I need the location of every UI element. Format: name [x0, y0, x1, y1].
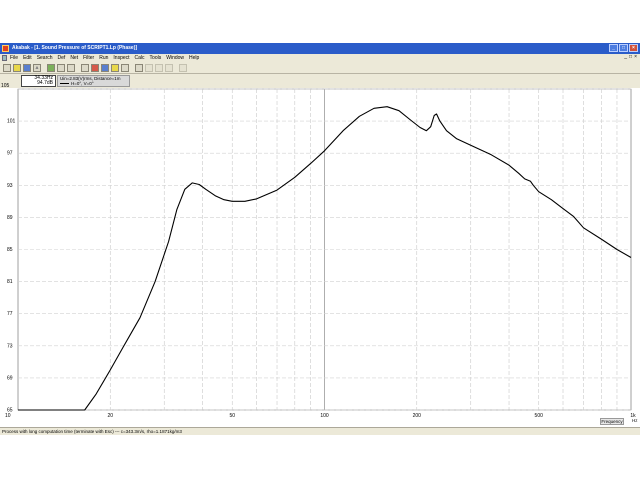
- zoom-out-icon[interactable]: [145, 63, 153, 72]
- document-icon[interactable]: [2, 55, 7, 61]
- minimize-button[interactable]: _: [609, 44, 618, 52]
- save-icon[interactable]: [23, 63, 31, 72]
- menu-filter[interactable]: Filter: [83, 55, 94, 61]
- y-tick-label: 93: [7, 183, 13, 189]
- x-axis-label: Frequency: [600, 418, 624, 425]
- y-tick-label: 77: [7, 311, 13, 317]
- run-icon[interactable]: [47, 63, 55, 72]
- marker-icon[interactable]: [121, 63, 129, 72]
- x-tick-label: 100: [320, 413, 329, 419]
- fit-icon[interactable]: [179, 63, 187, 72]
- y-tick-label: 89: [7, 215, 13, 221]
- menu-window[interactable]: Window: [166, 55, 184, 61]
- status-bar: Process with long computation time (term…: [0, 427, 640, 435]
- x-tick-label: 50: [229, 413, 235, 419]
- menu-tools[interactable]: Tools: [150, 55, 162, 61]
- zoom-in-icon[interactable]: [135, 63, 143, 72]
- menu-net[interactable]: Net: [70, 55, 78, 61]
- y-tick-label: 85: [7, 247, 13, 253]
- y-tick-label: 97: [7, 151, 13, 157]
- pressure-icon[interactable]: [101, 63, 109, 72]
- menu-edit[interactable]: Edit: [23, 55, 32, 61]
- menu-file[interactable]: File: [10, 55, 18, 61]
- open-icon[interactable]: [13, 63, 21, 72]
- mdi-close-button[interactable]: ×: [634, 54, 637, 60]
- menu-inspect[interactable]: Inspect: [113, 55, 129, 61]
- copy-icon[interactable]: [67, 63, 75, 72]
- y-tick-label: 101: [7, 119, 16, 125]
- x-tick-label: 10: [5, 413, 11, 419]
- title-bar: Akabak - [1. Sound Pressure of SCRIPT1.L…: [0, 43, 640, 54]
- x-tick-label: 200: [413, 413, 422, 419]
- record-icon[interactable]: [91, 63, 99, 72]
- menu-bar: File Edit Search Def Net Filter Run Insp…: [0, 54, 640, 62]
- status-text: Process with long computation time (term…: [2, 429, 182, 434]
- y-tick-label: 81: [7, 279, 13, 285]
- y-tick-label: 73: [7, 343, 13, 349]
- x-tick-label: 20: [107, 413, 113, 419]
- menu-run[interactable]: Run: [99, 55, 108, 61]
- dialog-icon[interactable]: [111, 63, 119, 72]
- menu-def[interactable]: Def: [58, 55, 66, 61]
- mdi-minimize-button[interactable]: _: [624, 54, 627, 60]
- window-controls: _ □ ×: [609, 44, 638, 52]
- maximize-button[interactable]: □: [619, 44, 628, 52]
- new-icon[interactable]: [3, 63, 11, 72]
- close-button[interactable]: ×: [629, 44, 638, 52]
- mdi-controls: _ □ ×: [624, 54, 637, 60]
- curve-icon[interactable]: [81, 63, 89, 72]
- toolbar: A: [0, 62, 640, 74]
- window-title: Akabak - [1. Sound Pressure of SCRIPT1.L…: [12, 45, 138, 51]
- menu-search[interactable]: Search: [37, 55, 53, 61]
- scroll-left-icon[interactable]: [155, 63, 163, 72]
- x-tick-label: 500: [535, 413, 544, 419]
- menu-help[interactable]: Help: [189, 55, 199, 61]
- font-icon[interactable]: A: [33, 63, 41, 72]
- response-plot[interactable]: 10197938985817773696510 20 50 100 200 500 1k: [0, 84, 640, 427]
- menu-calc[interactable]: Calc: [135, 55, 145, 61]
- mdi-restore-button[interactable]: □: [629, 54, 632, 60]
- scroll-right-icon[interactable]: [165, 63, 173, 72]
- y-tick-label: 69: [7, 375, 13, 381]
- app-logo-icon: [2, 45, 9, 52]
- grid-icon[interactable]: [57, 63, 65, 72]
- x-axis-unit: Hz: [632, 418, 638, 423]
